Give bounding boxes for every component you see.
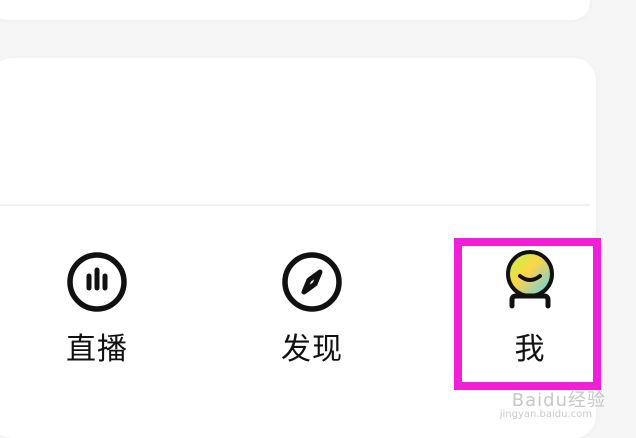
live-icon [67, 252, 127, 312]
tab-live-label: 直播 [66, 332, 128, 367]
watermark-subtext: jingyan.baidu.com [499, 409, 592, 420]
avatar-icon [506, 250, 554, 309]
tab-me[interactable]: 我 [470, 250, 590, 368]
tab-discover-label: 发现 [281, 332, 343, 367]
tab-live[interactable]: 直播 [37, 250, 157, 368]
bottom-tab-bar: 直播 发现 我 [0, 206, 600, 420]
tab-discover[interactable]: 发现 [252, 250, 372, 368]
tab-me-label: 我 [514, 332, 546, 367]
compass-icon [282, 252, 342, 312]
top-card [0, 0, 590, 20]
